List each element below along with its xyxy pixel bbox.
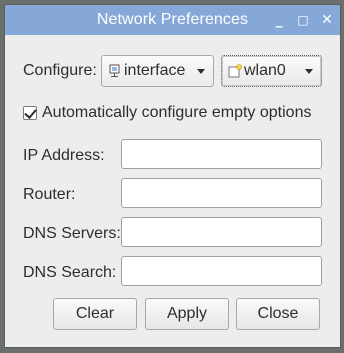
configure-device-value: wlan0 bbox=[244, 62, 286, 79]
window-title: Network Preferences bbox=[96, 11, 249, 28]
ip-address-input[interactable] bbox=[121, 139, 322, 169]
auto-configure-option[interactable]: Automatically configure empty options bbox=[23, 101, 311, 125]
apply-button[interactable]: Apply bbox=[145, 298, 229, 330]
chevron-down-icon bbox=[197, 68, 205, 74]
auto-configure-label: Automatically configure empty options bbox=[42, 104, 312, 121]
configure-row: Configure: interface wlan0 bbox=[23, 53, 328, 89]
ip-address-row: IP Address: bbox=[23, 139, 325, 171]
window-controls: _ □ ✕ bbox=[270, 5, 336, 35]
close-icon[interactable]: ✕ bbox=[318, 11, 336, 29]
configure-type-value: interface bbox=[124, 62, 186, 79]
dns-search-row: DNS Search: bbox=[23, 256, 325, 288]
clear-button[interactable]: Clear bbox=[53, 298, 137, 330]
wireless-icon bbox=[228, 64, 242, 78]
configure-device-dropdown[interactable]: wlan0 bbox=[221, 55, 322, 87]
network-preferences-window: Network Preferences _ □ ✕ Configure: int… bbox=[4, 4, 341, 348]
chevron-down-icon bbox=[305, 68, 313, 74]
router-row: Router: bbox=[23, 178, 325, 210]
configure-label: Configure: bbox=[23, 62, 97, 79]
titlebar[interactable]: Network Preferences _ □ ✕ bbox=[5, 5, 340, 35]
dns-search-input[interactable] bbox=[121, 256, 322, 286]
auto-configure-checkbox[interactable] bbox=[23, 106, 37, 120]
minimize-icon[interactable]: _ bbox=[270, 11, 288, 29]
dns-servers-label: DNS Servers: bbox=[23, 225, 121, 242]
maximize-icon[interactable]: □ bbox=[294, 11, 312, 29]
ip-address-label: IP Address: bbox=[23, 147, 105, 164]
router-input[interactable] bbox=[121, 178, 322, 208]
network-interface-icon bbox=[108, 64, 122, 78]
configure-type-dropdown[interactable]: interface bbox=[101, 55, 214, 87]
close-button[interactable]: Close bbox=[236, 298, 320, 330]
dns-servers-input[interactable] bbox=[121, 217, 322, 247]
router-label: Router: bbox=[23, 186, 76, 203]
dns-servers-row: DNS Servers: bbox=[23, 217, 325, 249]
dns-search-label: DNS Search: bbox=[23, 264, 117, 281]
